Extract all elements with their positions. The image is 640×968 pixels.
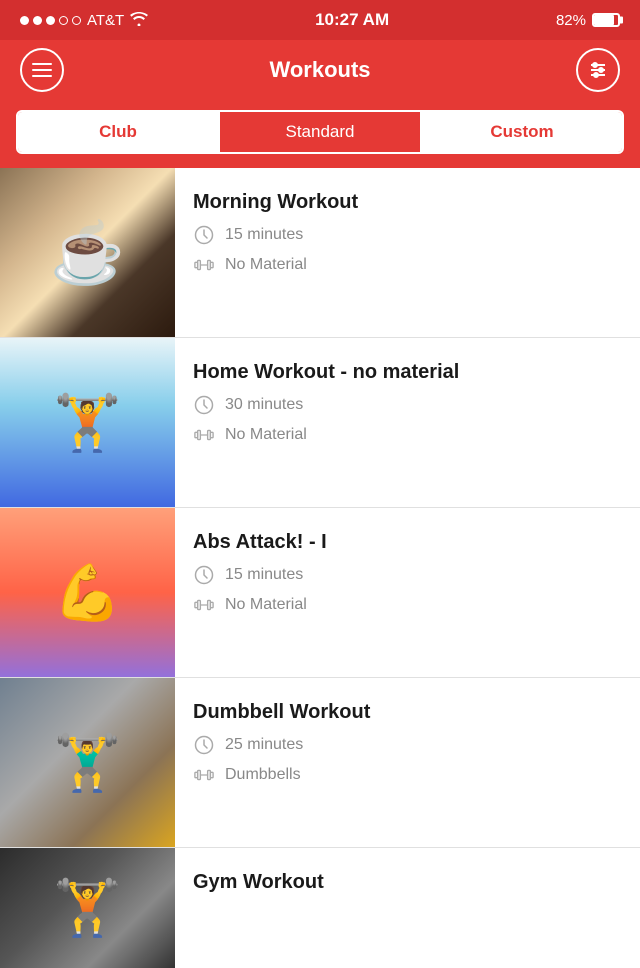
workout-item[interactable]: Abs Attack! - I 15 minutes: [0, 508, 640, 678]
tabs-container: Club Standard Custom: [0, 100, 640, 168]
workout-name: Abs Attack! - I: [193, 530, 622, 554]
workout-thumbnail: [0, 168, 175, 337]
material-label: No Material: [225, 256, 307, 274]
clock-icon: [193, 394, 215, 416]
workout-info: Morning Workout 15 minutes: [175, 168, 640, 337]
material-row: No Material: [193, 424, 622, 446]
tab-standard[interactable]: Standard: [220, 112, 420, 152]
duration-label: 30 minutes: [225, 396, 303, 414]
battery-icon: [592, 13, 620, 27]
workout-item[interactable]: Morning Workout 15 minutes: [0, 168, 640, 338]
dot-3: [46, 16, 55, 25]
hamburger-icon: [32, 75, 52, 77]
thumb-pushup-image: [0, 338, 175, 507]
workout-info: Gym Workout: [175, 848, 640, 968]
workout-item[interactable]: Home Workout - no material 30 minutes: [0, 338, 640, 508]
workout-info: Abs Attack! - I 15 minutes: [175, 508, 640, 677]
workout-name: Dumbbell Workout: [193, 700, 622, 724]
dot-1: [20, 16, 29, 25]
hamburger-icon: [32, 69, 52, 71]
tab-club[interactable]: Club: [18, 112, 218, 152]
tab-custom[interactable]: Custom: [422, 112, 622, 152]
workout-info: Dumbbell Workout 25 minutes: [175, 678, 640, 847]
thumb-dumbbell-image: [0, 678, 175, 847]
workout-list: Morning Workout 15 minutes: [0, 168, 640, 968]
menu-button[interactable]: [20, 48, 64, 92]
equipment-icon: [193, 424, 215, 446]
duration-row: 15 minutes: [193, 564, 622, 586]
dot-2: [33, 16, 42, 25]
battery-fill: [594, 15, 614, 25]
workout-name: Home Workout - no material: [193, 360, 622, 384]
clock-icon: [193, 564, 215, 586]
signal-dots: [20, 16, 81, 25]
material-row: No Material: [193, 254, 622, 276]
duration-row: 30 minutes: [193, 394, 622, 416]
duration-label: 15 minutes: [225, 566, 303, 584]
workout-thumbnail: [0, 338, 175, 507]
workout-meta: 30 minutes No Material: [193, 394, 622, 446]
workout-meta: 25 minutes Dumbbells: [193, 734, 622, 786]
thumb-abs-image: [0, 508, 175, 677]
status-bar: AT&T 10:27 AM 82%: [0, 0, 640, 40]
wifi-icon: [130, 12, 148, 29]
header: Workouts: [0, 40, 640, 100]
duration-label: 25 minutes: [225, 736, 303, 754]
workout-name: Morning Workout: [193, 190, 622, 214]
workout-meta: 15 minutes No Material: [193, 564, 622, 616]
thumb-gym-image: [0, 848, 175, 968]
tabs: Club Standard Custom: [16, 110, 624, 154]
battery-percent: 82%: [556, 12, 586, 29]
filter-icon: [587, 59, 609, 81]
clock-icon: [193, 734, 215, 756]
duration-label: 15 minutes: [225, 226, 303, 244]
filter-button[interactable]: [576, 48, 620, 92]
carrier-label: AT&T: [87, 12, 124, 29]
workout-thumbnail: [0, 848, 175, 968]
material-row: No Material: [193, 594, 622, 616]
workout-meta: 15 minutes No Material: [193, 224, 622, 276]
workout-thumbnail: [0, 678, 175, 847]
thumb-coffee-image: [0, 168, 175, 337]
duration-row: 25 minutes: [193, 734, 622, 756]
workout-item[interactable]: Gym Workout: [0, 848, 640, 968]
duration-row: 15 minutes: [193, 224, 622, 246]
material-label: Dumbbells: [225, 766, 301, 784]
equipment-icon: [193, 764, 215, 786]
dot-5: [72, 16, 81, 25]
workout-item[interactable]: Dumbbell Workout 25 minutes: [0, 678, 640, 848]
material-row: Dumbbells: [193, 764, 622, 786]
dot-4: [59, 16, 68, 25]
workout-thumbnail: [0, 508, 175, 677]
clock-icon: [193, 224, 215, 246]
hamburger-icon: [32, 63, 52, 65]
page-title: Workouts: [269, 57, 370, 83]
equipment-icon: [193, 594, 215, 616]
status-time: 10:27 AM: [315, 10, 389, 30]
material-label: No Material: [225, 596, 307, 614]
workout-info: Home Workout - no material 30 minutes: [175, 338, 640, 507]
status-right: 82%: [556, 12, 620, 29]
workout-name: Gym Workout: [193, 870, 622, 894]
equipment-icon: [193, 254, 215, 276]
status-left: AT&T: [20, 12, 148, 29]
material-label: No Material: [225, 426, 307, 444]
